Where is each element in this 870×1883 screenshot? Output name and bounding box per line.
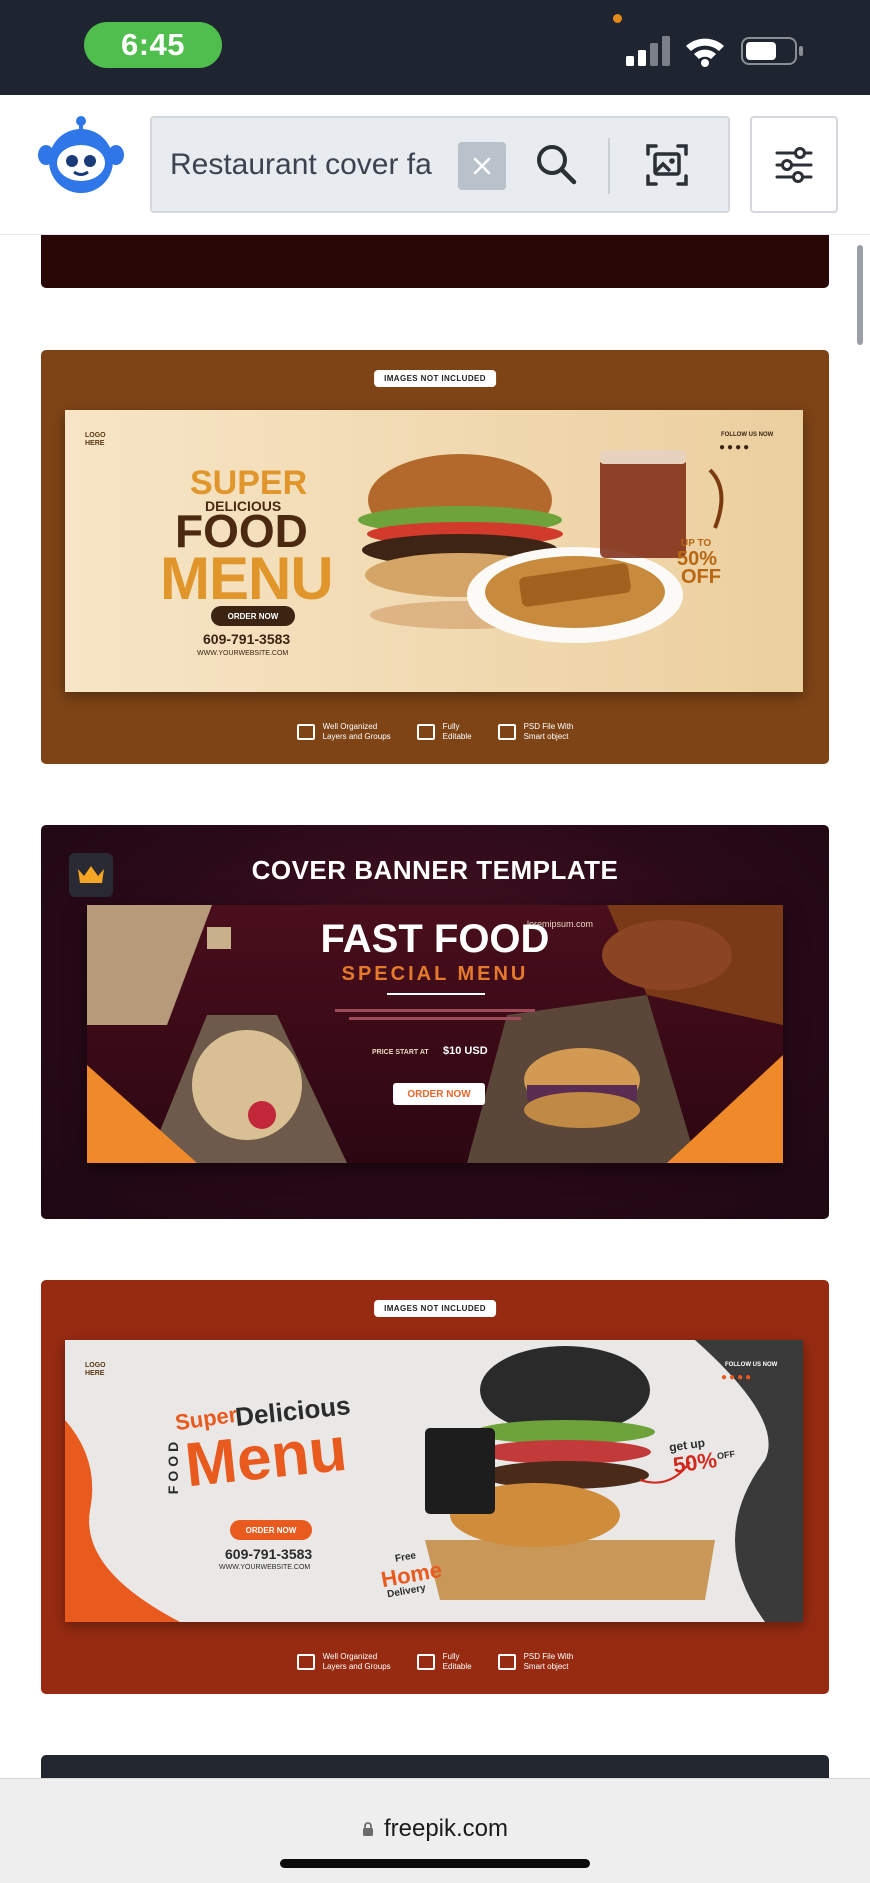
phone-number: 609-791-3583 — [203, 631, 291, 647]
search-divider — [608, 138, 610, 194]
website-url: WWW.YOURWEBSITE.COM — [219, 1564, 311, 1571]
app-header — [0, 95, 870, 235]
search-icon[interactable] — [532, 140, 580, 190]
edit-icon — [416, 724, 435, 740]
headline-menu: MENU — [160, 545, 334, 612]
edit-icon — [416, 1654, 435, 1670]
clear-search-button[interactable] — [458, 142, 506, 190]
follow-us: FOLLOW US NOW — [725, 1362, 778, 1368]
feature-item: Well Organized Layers and Groups — [296, 1652, 391, 1672]
browser-address-bar: freepik.com — [0, 1778, 870, 1883]
feature-row: Well Organized Layers and Groups Fully Edi… — [41, 722, 829, 742]
order-now-button: ORDER NOW — [393, 1083, 485, 1105]
recording-dot — [613, 14, 622, 23]
feature-item: Fully Editable — [416, 1652, 472, 1672]
status-bar: 6:45 — [0, 0, 870, 95]
result-card-fast-food[interactable]: COVER BANNER TEMPLATE loremipsum.com FAS… — [41, 825, 829, 1219]
banner-preview: LOGO HERE FOOD Super Delicious Menu ORDE… — [65, 1340, 803, 1622]
order-now-button: ORDER NOW — [230, 1520, 312, 1540]
social-icons: ●●●● — [721, 1372, 754, 1383]
feature-item: PSD File With Smart object — [497, 1652, 573, 1672]
feature-item: Well Organized Layers and Groups — [296, 722, 391, 742]
offer-off: OFF — [681, 566, 721, 588]
layers-icon — [296, 724, 315, 740]
status-time: 6:45 — [84, 22, 222, 68]
home-indicator[interactable] — [280, 1859, 590, 1868]
signal-icon — [626, 36, 670, 66]
wifi-icon — [686, 38, 724, 67]
results-list: IMAGES NOT INCLUDED LOGO HERE SUPER DELI… — [0, 235, 870, 1778]
price-value: $10 USD — [443, 1045, 488, 1057]
result-card[interactable] — [41, 1755, 829, 1778]
phone-number: 609-791-3583 — [225, 1546, 313, 1562]
close-icon — [473, 157, 491, 175]
banner-preview: loremipsum.com FAST FOOD SPECIAL MENU PR… — [87, 905, 783, 1163]
scrollbar-thumb[interactable] — [857, 245, 863, 345]
folder-icon — [497, 1654, 516, 1670]
description-line — [335, 1009, 535, 1012]
side-label-food: FOOD — [165, 1437, 182, 1495]
social-icons: ●●●● — [719, 442, 752, 453]
banner-title: COVER BANNER TEMPLATE — [251, 855, 619, 885]
result-card[interactable] — [41, 235, 829, 288]
price-label: PRICE START AT — [372, 1049, 429, 1056]
images-not-included-badge: IMAGES NOT INCLUDED — [374, 1300, 496, 1317]
follow-us: FOLLOW US NOW — [721, 432, 774, 438]
images-not-included-badge: IMAGES NOT INCLUDED — [374, 370, 496, 387]
lock-icon — [362, 1822, 373, 1836]
sliders-icon — [775, 146, 813, 183]
search-bar — [150, 116, 730, 213]
description-line — [349, 1017, 521, 1020]
feature-item: Fully Editable — [416, 722, 472, 742]
image-search-icon[interactable] — [642, 140, 692, 190]
result-card-food-menu[interactable]: IMAGES NOT INCLUDED LOGO HERE SUPER DELI… — [41, 350, 829, 764]
result-card-delicious-menu[interactable]: IMAGES NOT INCLUDED LOGO HERE FOOD Super… — [41, 1280, 829, 1694]
headline-fast-food: FAST FOOD — [320, 917, 550, 961]
logo-placeholder: LOGO HERE — [85, 432, 106, 447]
website-url: WWW.YOURWEBSITE.COM — [197, 650, 289, 657]
url-field[interactable]: freepik.com — [0, 1815, 870, 1843]
filter-button[interactable] — [750, 116, 838, 213]
folder-icon — [497, 724, 516, 740]
title-underline — [387, 993, 485, 995]
battery-icon — [741, 37, 803, 65]
feature-row: Well Organized Layers and Groups Fully Edi… — [41, 1652, 829, 1672]
robot-mascot-icon[interactable] — [38, 115, 124, 195]
layers-icon — [296, 1654, 315, 1670]
url-text: freepik.com — [383, 1815, 509, 1842]
order-now-button: ORDER NOW — [211, 606, 295, 626]
feature-item: PSD File With Smart object — [497, 722, 573, 742]
banner-preview: LOGO HERE SUPER DELICIOUS FOOD MENU ORDE… — [65, 410, 803, 692]
logo-placeholder: LOGO HERE — [85, 1362, 106, 1377]
headline-special-menu: SPECIAL MENU — [341, 963, 529, 985]
search-input[interactable] — [170, 140, 440, 190]
